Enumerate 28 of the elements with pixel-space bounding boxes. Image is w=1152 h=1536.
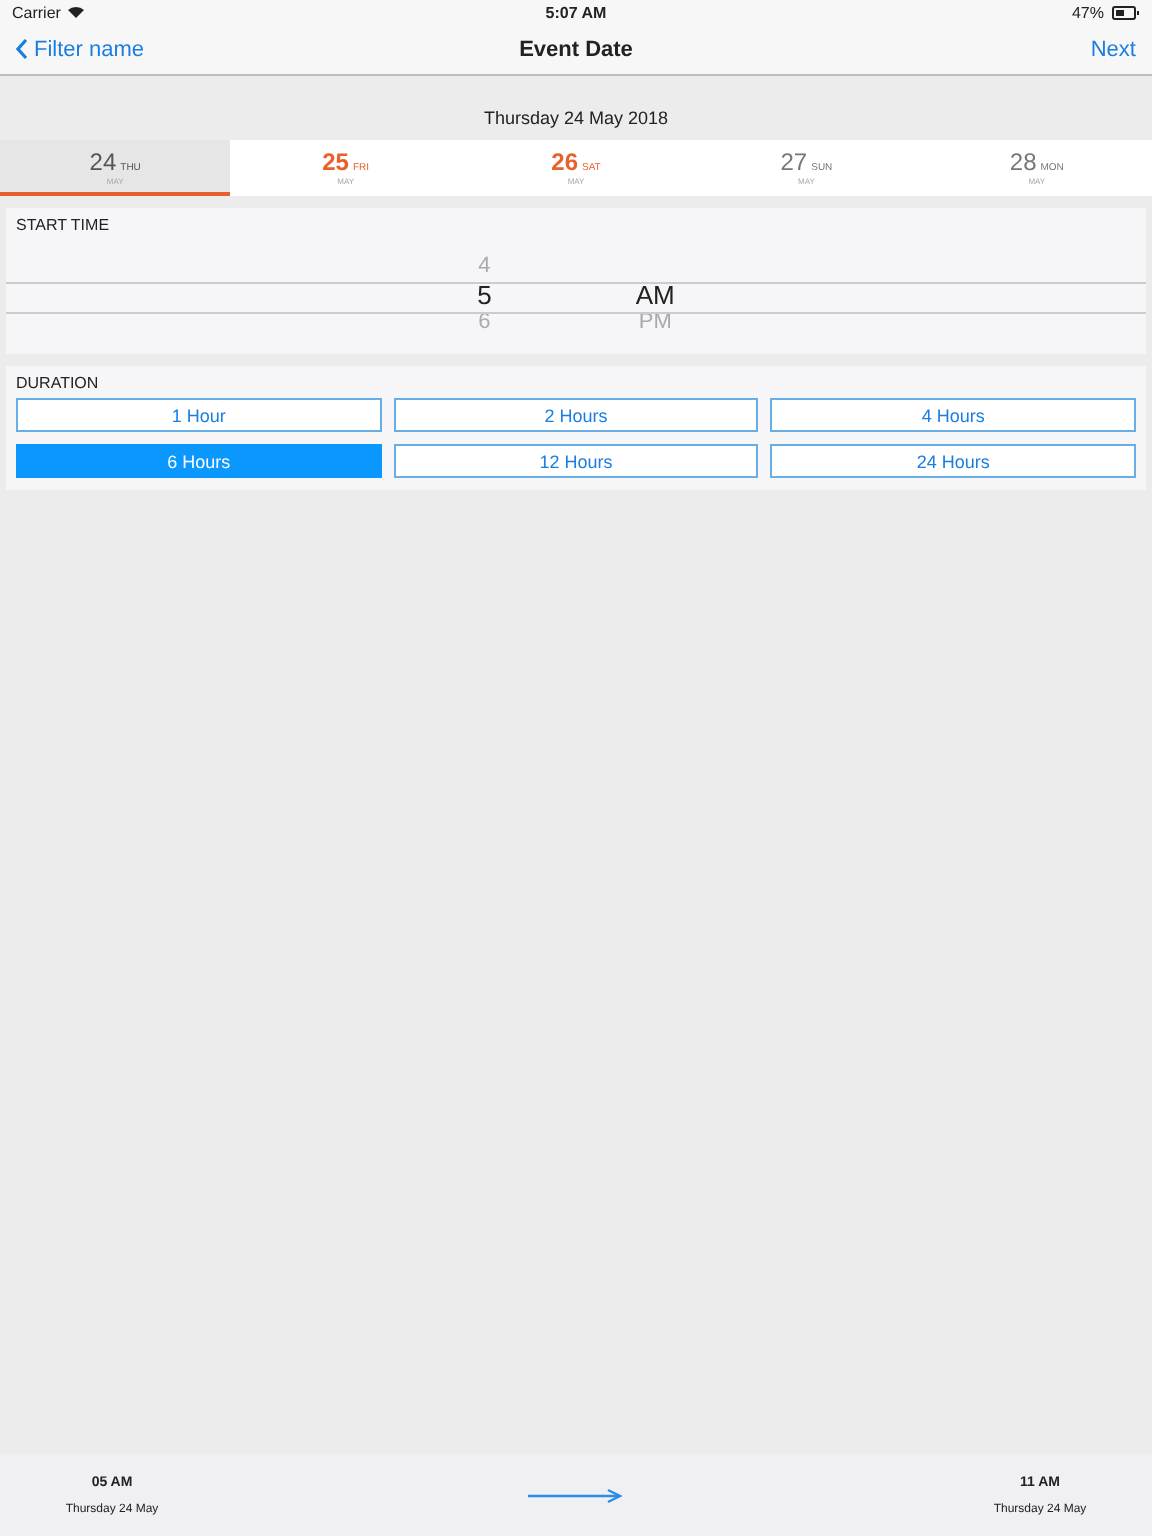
day-number: 28 bbox=[1009, 147, 1037, 175]
duration-button[interactable]: 1 Hour bbox=[16, 398, 382, 432]
back-link[interactable]: Filter name bbox=[16, 37, 256, 61]
day-number: 27 bbox=[780, 147, 808, 175]
day-number: 24 bbox=[89, 147, 117, 175]
back-label[interactable]: Filter name bbox=[34, 37, 145, 61]
clock-time: 5:07 AM bbox=[545, 3, 607, 21]
screen-title: Event Date bbox=[519, 37, 633, 61]
arrow-right-icon bbox=[528, 1487, 624, 1503]
period-option[interactable]: AM bbox=[635, 280, 675, 310]
carrier-label: Carrier bbox=[12, 3, 61, 21]
duration-button[interactable]: 6 Hours bbox=[16, 444, 382, 478]
duration-button[interactable]: 4 Hours bbox=[770, 398, 1136, 432]
battery-percent: 47% bbox=[1071, 3, 1104, 21]
selected-date-label: Thursday 24 May 2018 bbox=[483, 108, 669, 128]
section-title: START TIME bbox=[16, 216, 110, 234]
section-title: DURATION bbox=[16, 374, 99, 392]
battery-icon bbox=[1111, 5, 1140, 19]
hour-option[interactable]: 5 bbox=[477, 280, 492, 310]
chevron-left-icon bbox=[16, 38, 28, 60]
day-number: 25 bbox=[322, 147, 349, 175]
day-number: 26 bbox=[551, 147, 578, 175]
duration-button[interactable]: 24 Hours bbox=[770, 444, 1136, 478]
duration-button[interactable]: 2 Hours bbox=[393, 398, 759, 432]
duration-button[interactable]: 12 Hours bbox=[393, 444, 759, 478]
wifi-icon bbox=[68, 6, 85, 18]
hour-option[interactable]: 4 bbox=[478, 254, 491, 280]
next-link[interactable]: Next bbox=[895, 37, 1136, 61]
